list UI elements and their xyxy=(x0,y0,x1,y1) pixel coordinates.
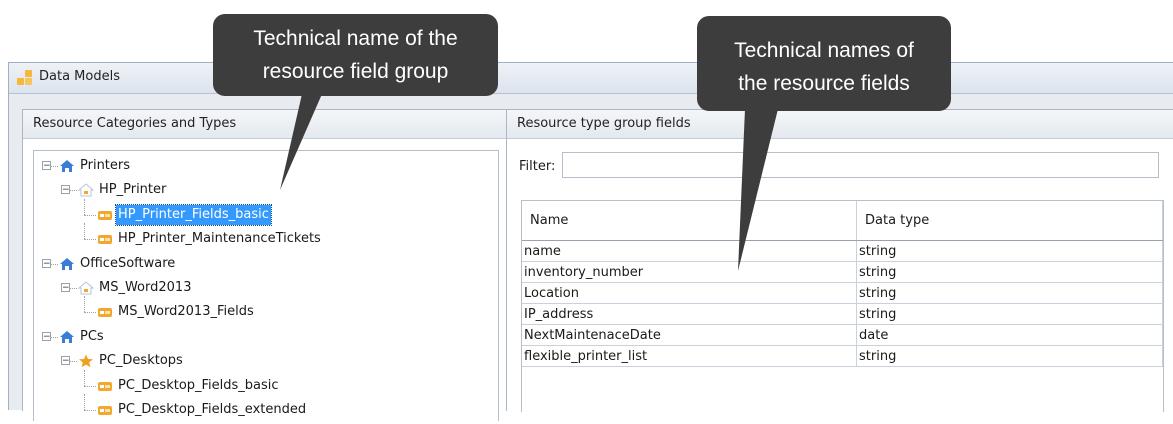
panel-header: Resource Categories and Types xyxy=(23,110,506,139)
tree-connector xyxy=(84,369,85,386)
table-row[interactable]: name string xyxy=(522,240,1163,262)
window-title: Data Models xyxy=(39,69,120,84)
resource-type-group-fields-panel: Resource type group fields Filter: Name … xyxy=(506,109,1173,412)
tree-item[interactable]: HP_Printer_Fields_basic xyxy=(34,198,494,226)
tree-item-label: Printers xyxy=(80,158,131,173)
tree-item-label: HP_Printer_MaintenanceTickets xyxy=(118,231,321,247)
tree-item-label: PC_Desktops xyxy=(99,353,183,369)
collapse-toggle[interactable]: − xyxy=(61,356,70,366)
field-name-cell: name xyxy=(522,240,857,262)
filter-label: Filter: xyxy=(519,159,556,174)
faded-house-icon xyxy=(77,183,95,197)
data-type-cell: string xyxy=(856,345,1163,367)
tree-item[interactable]: − HP_Printer xyxy=(34,180,494,200)
collapse-toggle[interactable]: − xyxy=(42,331,51,341)
tree-item-label: OfficeSoftware xyxy=(80,255,176,271)
house-icon xyxy=(59,257,75,271)
tree-item[interactable]: MS_Word2013_Fields xyxy=(34,296,494,322)
callout-line: Technical name of the xyxy=(253,27,458,50)
tree-connector xyxy=(84,214,96,216)
collapse-toggle[interactable]: − xyxy=(61,185,70,195)
collapse-toggle[interactable]: − xyxy=(42,161,51,171)
tree-connector xyxy=(51,166,58,167)
callout-resource-fields: Technical names of the resource fields xyxy=(697,16,951,111)
tree-connector xyxy=(51,336,58,338)
column-header-data-type[interactable]: Data type xyxy=(856,201,1163,241)
tree-item-label: MS_Word2013 xyxy=(99,280,192,295)
data-type-cell: string xyxy=(856,240,1163,262)
title-bar: Data Models xyxy=(9,63,1173,94)
field-name-cell: inventory_number xyxy=(522,261,857,283)
callout-line: resource field group xyxy=(262,60,449,83)
tree-item-label: HP_Printer_Fields_basic xyxy=(115,203,272,226)
filter-input[interactable] xyxy=(562,152,1159,178)
field-group-icon xyxy=(97,208,113,222)
data-models-window: Data Models Resource Categories and Type… xyxy=(8,62,1173,421)
tree-item[interactable]: − OfficeSoftware xyxy=(34,254,494,274)
field-group-icon xyxy=(97,232,113,246)
field-group-icon xyxy=(97,379,113,393)
panel-title: Resource Categories and Types xyxy=(33,116,237,131)
field-name-cell: flexible_printer_list xyxy=(522,345,857,367)
house-icon xyxy=(59,330,75,344)
tree-connector xyxy=(70,190,77,192)
star-icon xyxy=(78,354,94,368)
tree-item-label: PC_Desktop_Fields_basic xyxy=(118,377,279,393)
tree-connector xyxy=(70,361,77,363)
data-type-cell: string xyxy=(856,282,1163,304)
collapse-toggle[interactable]: − xyxy=(42,258,51,268)
fields-table: Name Data type name string inventory_numbe… xyxy=(521,200,1164,412)
tree-item[interactable]: − PC_Desktops xyxy=(34,351,494,371)
data-type-cell: string xyxy=(856,303,1163,325)
tree-connector xyxy=(84,312,96,314)
tree-item[interactable]: − MS_Word2013 xyxy=(34,278,494,298)
callout-line: the resource fields xyxy=(738,72,910,95)
data-type-cell: date xyxy=(856,324,1163,346)
tree-item[interactable]: PC_Desktop_Fields_basic xyxy=(34,369,494,396)
tree-connector xyxy=(84,385,96,387)
callout-field-group: Technical name of the resource field gro… xyxy=(213,14,498,96)
data-type-cell: string xyxy=(856,261,1163,283)
tree-connector xyxy=(84,394,85,410)
collapse-toggle[interactable]: − xyxy=(61,283,70,293)
tree-item-label: MS_Word2013_Fields xyxy=(118,304,254,320)
tree-connector xyxy=(51,263,58,265)
tree-item-label: PCs xyxy=(80,328,104,344)
tree-connector xyxy=(84,239,96,241)
tree-item-label: HP_Printer xyxy=(99,182,167,198)
panel-title: Resource type group fields xyxy=(517,116,691,131)
table-row[interactable]: NextMaintenaceDate date xyxy=(522,324,1163,346)
table-row[interactable]: Location string xyxy=(522,282,1163,304)
tree-connector xyxy=(84,296,85,313)
field-name-cell: IP_address xyxy=(522,303,857,325)
tree-connector xyxy=(70,288,77,289)
field-group-icon xyxy=(97,305,113,319)
tree-item[interactable]: HP_Printer_MaintenanceTickets xyxy=(34,223,494,249)
table-row[interactable]: flexible_printer_list string xyxy=(522,345,1163,367)
callout-line: Technical names of xyxy=(734,39,914,62)
tree-item[interactable]: − Printers xyxy=(34,156,494,176)
tree-item[interactable]: − PCs xyxy=(34,327,494,347)
resource-categories-panel: Resource Categories and Types − Printers −… xyxy=(22,109,506,421)
tree-item-label: PC_Desktop_Fields_extended xyxy=(118,402,307,417)
field-name-cell: Location xyxy=(522,282,857,304)
field-group-icon xyxy=(97,403,113,417)
tree-connector xyxy=(84,198,85,215)
column-header-name[interactable]: Name xyxy=(522,201,857,241)
house-icon xyxy=(59,159,75,173)
resource-tree[interactable]: − Printers − HP_Printer HP_Printer_Fields_ba… xyxy=(33,150,499,421)
panel-header: Resource type group fields xyxy=(507,110,1173,139)
field-name-cell: NextMaintenaceDate xyxy=(522,324,857,346)
faded-house-icon xyxy=(77,281,95,295)
callout-pointer-left xyxy=(280,94,322,190)
table-row[interactable]: inventory_number string xyxy=(522,261,1163,283)
tree-connector xyxy=(84,223,85,240)
tree-item[interactable]: PC_Desktop_Fields_extended xyxy=(34,394,494,420)
table-row[interactable]: IP_address string xyxy=(522,303,1163,325)
data-models-icon xyxy=(17,70,33,86)
tree-connector xyxy=(84,410,96,411)
callout-pointer-right xyxy=(738,109,778,271)
